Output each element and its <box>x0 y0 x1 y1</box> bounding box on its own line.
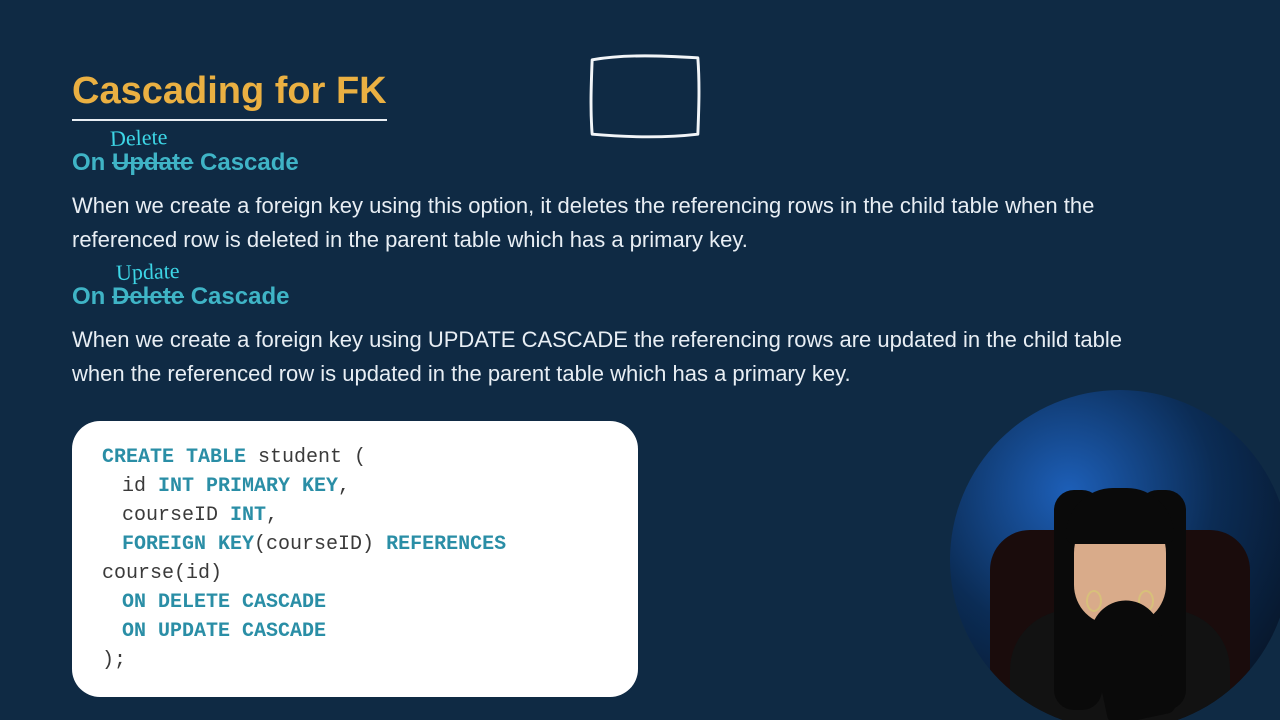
presenter-silhouette <box>1020 490 1220 720</box>
code-line-6: ON UPDATE CASCADE <box>102 617 608 646</box>
subheading-2-struck: Delete <box>112 283 184 310</box>
body-text-1: When we create a foreign key using this … <box>72 189 1152 257</box>
subheading-2: On Delete Cascade <box>72 283 1208 311</box>
subheading-1: On Update Cascade <box>72 149 1208 177</box>
subheading-1-prefix: On <box>72 149 112 176</box>
code-line-3: courseID INT, <box>102 501 608 530</box>
code-line-7: ); <box>102 646 608 675</box>
slide-title: Cascading for FK <box>72 70 387 121</box>
handwritten-correction-delete: Delete <box>110 124 168 152</box>
section-on-update-cascade: Update On Delete Cascade When we create … <box>72 283 1208 391</box>
subheading-2-prefix: On <box>72 283 112 310</box>
code-line-2: id INT PRIMARY KEY, <box>102 472 608 501</box>
code-line-5: ON DELETE CASCADE <box>102 588 608 617</box>
section-on-delete-cascade: Delete On Update Cascade When we create … <box>72 149 1208 257</box>
code-line-4: FOREIGN KEY(courseID) REFERENCES course(… <box>102 530 608 588</box>
code-line-1: CREATE TABLE student ( <box>102 443 608 472</box>
body-text-2: When we create a foreign key using UPDAT… <box>72 323 1152 391</box>
handwritten-correction-update: Update <box>116 258 180 286</box>
subheading-1-struck: Update <box>112 149 193 176</box>
subheading-2-suffix: Cascade <box>184 283 289 310</box>
presenter-webcam <box>950 390 1280 720</box>
hand-drawn-rectangle <box>586 50 704 142</box>
subheading-1-suffix: Cascade <box>193 149 298 176</box>
sql-code-block: CREATE TABLE student ( id INT PRIMARY KE… <box>72 421 638 697</box>
